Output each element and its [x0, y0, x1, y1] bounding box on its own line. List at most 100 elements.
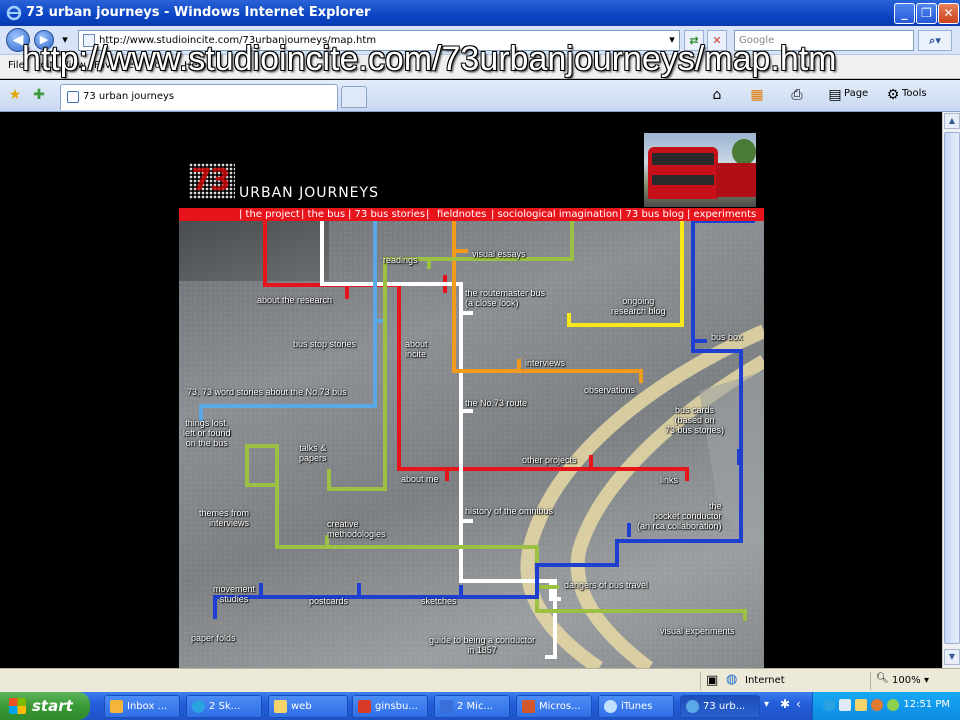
map-link-no73-route[interactable]: the No.73 route	[465, 398, 527, 408]
scroll-down-icon[interactable]: ▼	[944, 649, 960, 665]
security-icon: ▣	[706, 673, 719, 688]
clock[interactable]: 12:51 PM	[903, 699, 950, 710]
url-caption-overlay: http://www.studioincite.com/73urbanjourn…	[22, 40, 837, 78]
bus-cards-line2: (based on	[674, 415, 715, 425]
tab-73-urban-journeys[interactable]: 73 urban journeys	[60, 84, 338, 110]
task-label: 73 urb...	[703, 701, 746, 712]
task-73-urban-journeys[interactable]: 73 urb...	[680, 695, 760, 718]
task-ginsbu[interactable]: ginsbu...	[352, 695, 428, 718]
map-link-other-projects[interactable]: other projects	[522, 455, 577, 465]
themes-line2: interviews	[209, 518, 250, 528]
add-favorites-icon[interactable]: ✚	[30, 86, 48, 104]
vertical-scrollbar[interactable]: ▲ ▼	[942, 112, 960, 668]
creative-line2: methodologies	[327, 529, 386, 539]
search-icon[interactable]: ⌕▾	[918, 30, 952, 51]
scroll-thumb[interactable]	[944, 132, 960, 644]
itunes-icon	[604, 700, 617, 713]
map-link-routemaster[interactable]: the routemaster bus (a close look)	[465, 288, 545, 308]
nav-73-bus-stories[interactable]: | 73 bus stories	[348, 208, 425, 221]
tray-status-icon[interactable]	[871, 699, 883, 711]
tab-bar: ★ ✚ 73 urban journeys ⌂ ▦ ⎙ ▤ Page ⚙ Too…	[0, 80, 960, 112]
zoom-level[interactable]: 100%	[892, 675, 921, 686]
map-link-postcards[interactable]: postcards	[309, 596, 348, 606]
map-link-about-incite[interactable]: about incite	[405, 339, 428, 359]
tray-skype-icon[interactable]	[823, 699, 835, 711]
nav-73-bus-blog[interactable]: | 73 bus blog	[619, 208, 684, 221]
close-button[interactable]: ✕	[938, 3, 959, 24]
task-web-folder[interactable]: web	[268, 695, 348, 718]
print-icon[interactable]: ⎙	[788, 86, 806, 104]
minimize-button[interactable]: _	[894, 3, 915, 24]
nav-experiments[interactable]: | experiments	[687, 208, 756, 221]
nav-sociological-imagination[interactable]: | sociological imagination	[491, 208, 618, 221]
map-link-visual-essays[interactable]: visual essays	[472, 249, 526, 259]
system-tray: 12:51 PM	[812, 692, 960, 720]
nav-fieldnotes[interactable]: fieldnotes	[437, 208, 486, 221]
skype-icon	[192, 700, 205, 713]
windows-taskbar: start Inbox ... 2 Sk... web ginsbu... 2 …	[0, 692, 960, 720]
ie-icon	[686, 700, 699, 713]
map-link-ongoing-blog[interactable]: ongoing research blog	[611, 296, 666, 316]
scroll-up-icon[interactable]: ▲	[944, 113, 960, 129]
tray-check-icon[interactable]	[887, 699, 899, 711]
page-menu-icon: ▤	[828, 87, 842, 103]
map-link-interviews[interactable]: interviews	[525, 358, 565, 368]
map-link-about-me[interactable]: about me	[401, 474, 439, 484]
map-link-bus-box[interactable]: bus box	[711, 332, 743, 342]
task-itunes[interactable]: iTunes	[598, 695, 674, 718]
map-link-word-stories[interactable]: 73, 73 word stories about the No.73 bus	[187, 387, 347, 397]
zoom-dropdown-icon[interactable]: ▾	[924, 675, 929, 686]
things-lost-line3: on the bus	[185, 438, 228, 448]
map-link-talks-papers[interactable]: talks & papers	[299, 443, 327, 463]
taskbar-group-icon[interactable]: ▾	[764, 699, 769, 710]
map-link-sketches[interactable]: sketches	[421, 596, 457, 606]
task-inbox[interactable]: Inbox ...	[104, 695, 180, 718]
tray-network-icon[interactable]	[839, 699, 851, 711]
tray-app-icon[interactable]	[855, 699, 867, 711]
map-link-themes-interviews[interactable]: themes from interviews	[199, 508, 249, 528]
start-button[interactable]: start	[0, 692, 90, 720]
map-link-bus-cards[interactable]: bus cards (based on 73 bus stories)	[665, 405, 724, 435]
movement-line2: studies	[219, 594, 249, 604]
map-link-movement-studies[interactable]: movement studies	[213, 584, 255, 604]
task-microsoft-group[interactable]: 2 Mic...	[434, 695, 510, 718]
task-skype[interactable]: 2 Sk...	[186, 695, 262, 718]
favorites-star-icon[interactable]: ★	[6, 86, 24, 104]
things-lost-line1: things lost,	[185, 418, 229, 428]
map-link-dangers-bus-travel[interactable]: dangers of bus travel	[564, 580, 648, 590]
map-link-bus-stop-stories[interactable]: bus stop stories	[293, 339, 356, 349]
zone-label: Internet	[745, 675, 785, 686]
zoom-icon: 🔍︎	[876, 673, 889, 684]
word-icon	[440, 700, 453, 713]
windows-flag-icon	[9, 698, 26, 714]
volume-icon[interactable]: ✱	[780, 697, 790, 711]
routemaster-line2: (a close look)	[465, 298, 519, 308]
map-link-links[interactable]: links	[660, 475, 678, 485]
red-bus-shape-2	[716, 163, 756, 197]
map-link-guide-conductor[interactable]: guide to being a conductor in 1857	[429, 635, 535, 655]
home-icon[interactable]: ⌂	[708, 86, 726, 104]
map-link-visual-experiments[interactable]: visual experiments	[660, 626, 735, 636]
map-link-creative-methodologies[interactable]: creative methodologies	[327, 519, 386, 539]
start-label: start	[32, 697, 73, 715]
collapse-tray-icon[interactable]: ‹	[796, 697, 801, 711]
themes-line1: themes from	[199, 508, 250, 518]
page-menu-button[interactable]: Page	[844, 88, 868, 99]
feeds-icon[interactable]: ▦	[748, 86, 766, 104]
map-link-pocket-conductor[interactable]: the pocket conductor (an rca collaboration…	[637, 501, 722, 531]
nav-the-bus[interactable]: | the bus	[301, 208, 345, 221]
map-link-history-omnibus[interactable]: history of the omnibus	[465, 506, 553, 516]
nav-separator: |	[426, 209, 430, 220]
map-link-things-lost[interactable]: things lost, left or found on the bus	[183, 418, 231, 448]
map-link-paper-folds[interactable]: paper folds	[191, 633, 236, 643]
nav-the-project[interactable]: | the project	[239, 208, 300, 221]
map-link-about-research[interactable]: about the research	[257, 295, 332, 305]
task-label: 2 Mic...	[457, 701, 493, 712]
tools-menu-button[interactable]: Tools	[902, 88, 927, 99]
maximize-button[interactable]: ❐	[916, 3, 937, 24]
task-microsoft[interactable]: Micros...	[516, 695, 592, 718]
map-link-observations[interactable]: observations	[584, 385, 635, 395]
map-link-readings[interactable]: readings	[383, 255, 418, 265]
site-logo[interactable]: 73	[189, 163, 235, 199]
new-tab-button[interactable]	[341, 86, 367, 108]
